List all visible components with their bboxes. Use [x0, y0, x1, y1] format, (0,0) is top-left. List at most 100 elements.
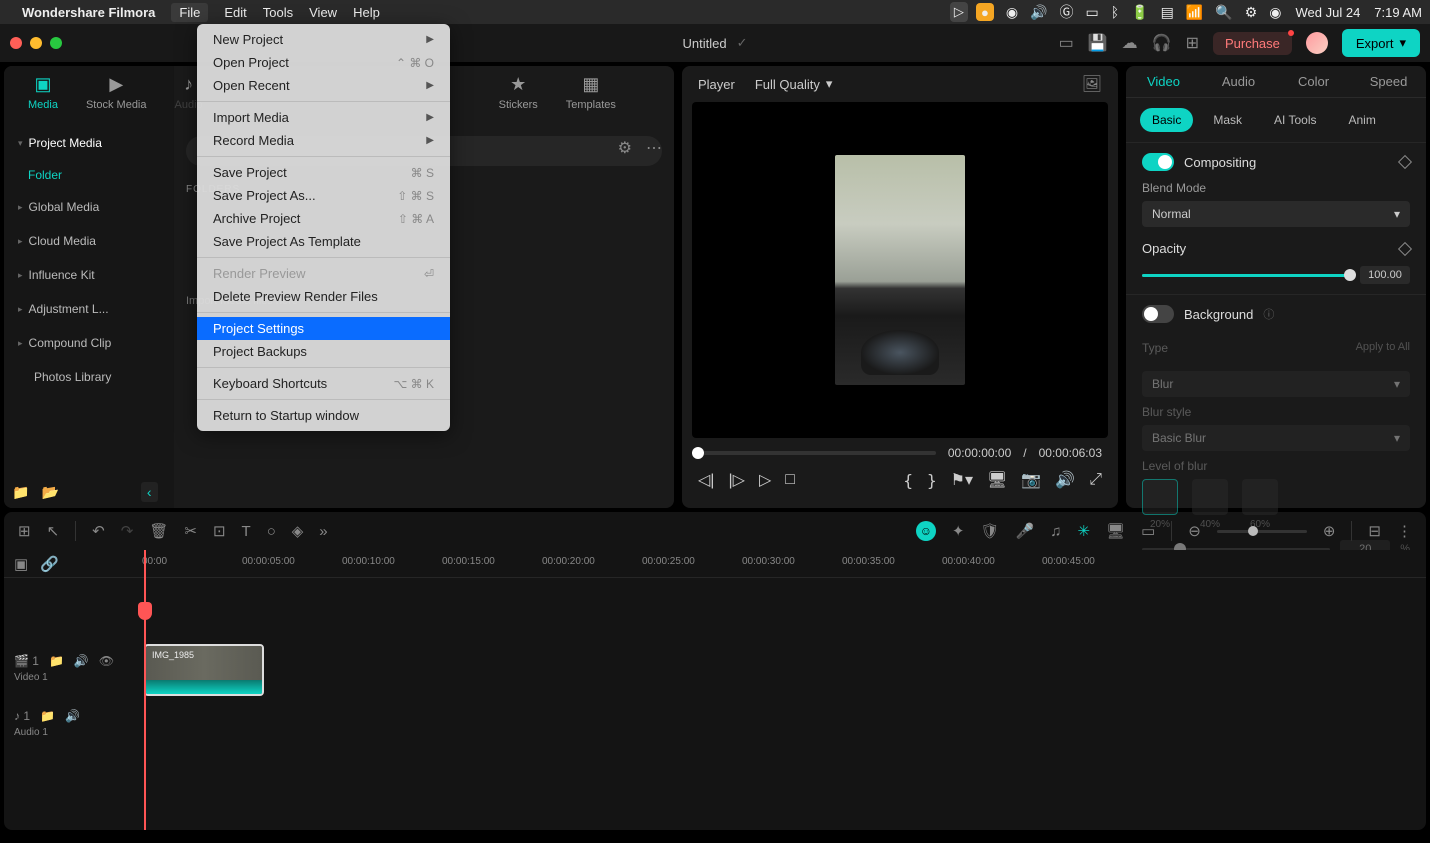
play-button[interactable]: ▷	[759, 470, 771, 490]
airplay-icon[interactable]: ▷	[950, 2, 968, 22]
display-button[interactable]: 🖥	[987, 470, 1007, 490]
insp-tab-audio[interactable]: Audio	[1201, 66, 1276, 97]
save-icon[interactable]: 💾	[1088, 33, 1108, 53]
folder-icon[interactable]: 📁	[49, 654, 64, 668]
pointer-icon[interactable]: ↖	[47, 522, 60, 540]
folder-icon[interactable]: 📁	[40, 709, 55, 723]
record-icon[interactable]: ○	[267, 523, 276, 540]
dd-save-template[interactable]: Save Project As Template	[197, 230, 450, 253]
mark-out-button[interactable]: }	[927, 471, 937, 490]
music-icon[interactable]: ♫	[1050, 523, 1061, 540]
menu-tools[interactable]: Tools	[263, 5, 293, 20]
link-icon[interactable]: 🔗	[40, 555, 59, 573]
opacity-keyframe[interactable]	[1398, 241, 1412, 255]
subtab-aitools[interactable]: AI Tools	[1262, 108, 1328, 132]
grammarly-icon[interactable]: Ⓖ	[1060, 2, 1074, 22]
eye-icon[interactable]: 👁	[99, 654, 114, 668]
mute-icon[interactable]: 🔊	[74, 654, 89, 668]
tab-media[interactable]: ▣Media	[28, 74, 58, 111]
zoom-slider[interactable]	[1217, 530, 1307, 533]
sidebar-global-media[interactable]: ▸Global Media	[4, 190, 174, 224]
effect-icon[interactable]: ✦	[952, 522, 965, 540]
smiley-icon[interactable]: ☺	[916, 521, 936, 541]
dd-new-project[interactable]: New Project▶	[197, 28, 450, 51]
marker-button[interactable]: ⚑▾	[951, 470, 973, 490]
sidebar-compound[interactable]: ▸Compound Clip	[4, 326, 174, 360]
headphones-icon[interactable]: 🎧	[1152, 33, 1172, 53]
filter-icon[interactable]: ⚙	[618, 138, 632, 158]
timeline-ruler[interactable]: 00:00 00:00:05:00 00:00:10:00 00:00:15:0…	[142, 550, 1426, 577]
maximize-window-button[interactable]	[50, 37, 62, 49]
sidebar-cloud-media[interactable]: ▸Cloud Media	[4, 224, 174, 258]
menu-view[interactable]: View	[309, 5, 337, 20]
dd-open-recent[interactable]: Open Recent▶	[197, 74, 450, 97]
shield-icon[interactable]: 🛡	[980, 522, 999, 540]
menu-file[interactable]: File	[171, 3, 208, 22]
sidebar-folder[interactable]: Folder	[4, 160, 174, 190]
insp-tab-video[interactable]: Video	[1126, 66, 1201, 97]
mute-icon[interactable]: 🔊	[65, 709, 80, 723]
dd-keyboard-shortcuts[interactable]: Keyboard Shortcuts⌥ ⌘ K	[197, 372, 450, 395]
sidebar-adjustment[interactable]: ▸Adjustment L...	[4, 292, 174, 326]
track-opts-icon[interactable]: ▣	[14, 555, 28, 573]
compositing-toggle[interactable]	[1142, 153, 1174, 171]
subtab-mask[interactable]: Mask	[1201, 108, 1254, 132]
teams-icon[interactable]: ◉	[1006, 4, 1018, 21]
purchase-button[interactable]: Purchase	[1213, 32, 1292, 55]
video-clip[interactable]: IMG_1985	[144, 644, 264, 696]
sidebar-influence-kit[interactable]: ▸Influence Kit	[4, 258, 174, 292]
new-subfolder-icon[interactable]: 📂	[41, 484, 58, 501]
dd-import-media[interactable]: Import Media▶	[197, 106, 450, 129]
delete-icon[interactable]: 🗑	[149, 522, 168, 540]
mark-in-button[interactable]: {	[903, 471, 913, 490]
minimize-window-button[interactable]	[30, 37, 42, 49]
auto-icon[interactable]: ✳	[1077, 522, 1090, 540]
collapse-sidebar-icon[interactable]: ‹	[141, 482, 158, 502]
sidebar-photos[interactable]: Photos Library	[4, 360, 174, 394]
search-icon[interactable]: 🔍	[1215, 4, 1232, 21]
menubar-time[interactable]: 7:19 AM	[1374, 5, 1422, 20]
dd-save-project[interactable]: Save Project⌘ S	[197, 161, 450, 184]
subtab-basic[interactable]: Basic	[1140, 108, 1193, 132]
control-center-icon[interactable]: ⚙	[1245, 4, 1258, 21]
audio-track-1[interactable]: ♪ 1 📁 🔊 Audio 1	[4, 698, 1426, 748]
dd-project-settings[interactable]: Project Settings	[197, 317, 450, 340]
more-tools-icon[interactable]: »	[319, 523, 327, 540]
apply-all-button[interactable]: Apply to All	[1356, 341, 1410, 353]
app-name[interactable]: Wondershare Filmora	[22, 5, 155, 20]
dd-record-media[interactable]: Record Media▶	[197, 129, 450, 152]
bluetooth-icon[interactable]: ᛒ	[1111, 4, 1119, 20]
menubar-date[interactable]: Wed Jul 24	[1296, 5, 1361, 20]
info-icon[interactable]: ⓘ	[1263, 306, 1274, 322]
devices-icon[interactable]: 🖥	[1106, 522, 1125, 540]
mic-recording-icon[interactable]: ●	[976, 3, 994, 21]
grid-icon[interactable]: ⊞	[18, 522, 31, 540]
redo-icon[interactable]: ↷	[121, 522, 134, 540]
dd-delete-preview[interactable]: Delete Preview Render Files	[197, 285, 450, 308]
insp-tab-speed[interactable]: Speed	[1351, 66, 1426, 97]
new-folder-icon[interactable]: 📁	[12, 484, 29, 501]
menu-help[interactable]: Help	[353, 5, 380, 20]
volume-icon[interactable]: 🔊	[1030, 4, 1047, 21]
cut-icon[interactable]: ✂	[184, 522, 197, 540]
camera-button[interactable]: 📷	[1021, 470, 1041, 490]
playhead[interactable]	[144, 550, 146, 830]
date-icon[interactable]: ▤	[1161, 4, 1174, 21]
wifi-icon[interactable]: 📶	[1186, 4, 1203, 21]
subtab-anim[interactable]: Anim	[1336, 108, 1387, 132]
stop-button[interactable]: □	[785, 471, 795, 489]
play-pause-button[interactable]: |▷	[728, 470, 744, 490]
dd-save-as[interactable]: Save Project As...⇧ ⌘ S	[197, 184, 450, 207]
background-toggle[interactable]	[1142, 305, 1174, 323]
apps-icon[interactable]: ⊞	[1186, 33, 1199, 53]
undo-icon[interactable]: ↶	[92, 522, 105, 540]
more-icon[interactable]: ⋯	[646, 138, 662, 158]
player-viewport[interactable]	[692, 102, 1108, 438]
sidebar-project-media[interactable]: ▾Project Media	[4, 126, 174, 160]
siri-icon[interactable]: ◉	[1269, 4, 1281, 21]
dd-project-backups[interactable]: Project Backups	[197, 340, 450, 363]
scrubber[interactable]	[698, 451, 936, 455]
cloud-icon[interactable]: ☁	[1122, 33, 1138, 53]
close-window-button[interactable]	[10, 37, 22, 49]
prev-frame-button[interactable]: ◁|	[698, 470, 714, 490]
